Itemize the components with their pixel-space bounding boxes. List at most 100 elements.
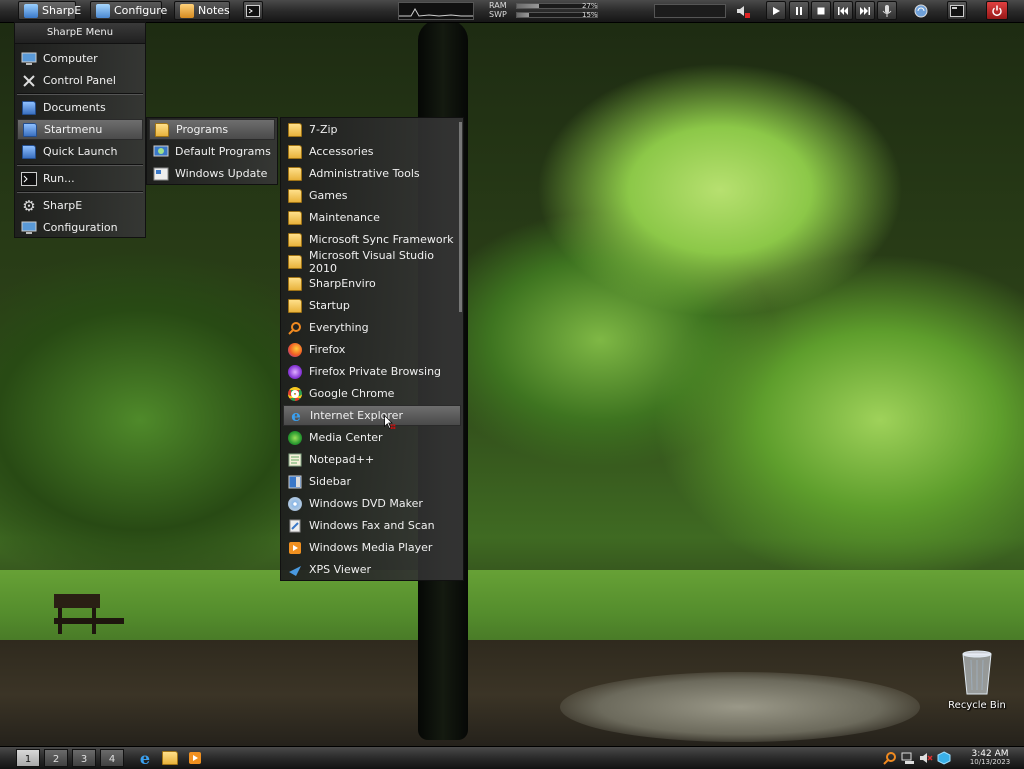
program-label: Windows Media Player bbox=[309, 541, 433, 554]
quicklaunch-explorer[interactable] bbox=[161, 750, 179, 766]
folder-icon bbox=[287, 232, 303, 248]
notepad-icon bbox=[287, 452, 303, 468]
configure-label: Configure bbox=[114, 4, 168, 17]
program-label: Maintenance bbox=[309, 211, 380, 224]
menu-item-default-programs[interactable]: Default Programs bbox=[149, 141, 275, 162]
menu-item-windows-update[interactable]: Windows Update bbox=[149, 163, 275, 184]
menu-item-sharpe[interactable]: ⚙ SharpE bbox=[17, 195, 143, 216]
menu-item-documents[interactable]: Documents bbox=[17, 97, 143, 118]
folder-icon bbox=[287, 298, 303, 314]
folder-icon bbox=[162, 751, 178, 765]
terminal-button[interactable] bbox=[243, 1, 263, 20]
menu-item-label: Quick Launch bbox=[43, 145, 118, 158]
stop-icon bbox=[817, 7, 825, 14]
program-item-everything[interactable]: Everything bbox=[283, 317, 461, 338]
program-item-fax-and-scan[interactable]: Windows Fax and Scan bbox=[283, 515, 461, 536]
folder-icon bbox=[21, 144, 37, 160]
program-label: Windows Fax and Scan bbox=[309, 519, 435, 532]
program-item-firefox-private[interactable]: Firefox Private Browsing bbox=[283, 361, 461, 382]
menu-item-control-panel[interactable]: Control Panel bbox=[17, 70, 143, 91]
program-item-media-player[interactable]: Windows Media Player bbox=[283, 537, 461, 558]
menu-separator bbox=[17, 191, 143, 193]
search-icon bbox=[883, 752, 896, 765]
program-item-notepad-plus-plus[interactable]: Notepad++ bbox=[283, 449, 461, 470]
workspace-4-button[interactable]: 4 bbox=[100, 749, 124, 767]
folder-icon bbox=[287, 276, 303, 292]
tray-volume[interactable] bbox=[918, 750, 934, 766]
program-item-sharpenviro[interactable]: SharpEnviro bbox=[283, 273, 461, 294]
media-player-icon bbox=[287, 540, 303, 556]
program-item-visual-studio-2010[interactable]: Microsoft Visual Studio 2010 bbox=[283, 249, 461, 275]
workspace-1-button[interactable]: 1 bbox=[16, 749, 40, 767]
program-item-xps-viewer[interactable]: XPS Viewer bbox=[283, 559, 461, 580]
pause-button[interactable] bbox=[789, 1, 809, 20]
internet-explorer-icon: e bbox=[291, 406, 301, 425]
pause-icon bbox=[796, 6, 802, 15]
fax-icon bbox=[287, 518, 303, 534]
folder-icon bbox=[21, 100, 37, 116]
quicklaunch-internet-explorer[interactable]: e bbox=[136, 748, 154, 768]
refresh-settings-button[interactable] bbox=[911, 1, 931, 20]
menu-item-programs[interactable]: Programs bbox=[149, 119, 275, 140]
firefox-private-icon bbox=[287, 364, 303, 380]
play-button[interactable] bbox=[766, 1, 786, 20]
power-button[interactable] bbox=[986, 1, 1008, 20]
tray-app[interactable] bbox=[936, 750, 952, 766]
workspace-3-button[interactable]: 3 bbox=[72, 749, 96, 767]
program-item-accessories[interactable]: Accessories bbox=[283, 141, 461, 162]
system-tray bbox=[882, 749, 956, 767]
workspace-2-button[interactable]: 2 bbox=[44, 749, 68, 767]
program-item-7zip[interactable]: 7-Zip bbox=[283, 119, 461, 140]
menu-item-label: Documents bbox=[43, 101, 106, 114]
program-label: Everything bbox=[309, 321, 369, 334]
program-item-firefox[interactable]: Firefox bbox=[283, 339, 461, 360]
screen-icon bbox=[950, 4, 964, 17]
program-item-microsoft-sync-framework[interactable]: Microsoft Sync Framework bbox=[283, 229, 461, 250]
workspace-label: 3 bbox=[80, 754, 88, 765]
program-item-maintenance[interactable]: Maintenance bbox=[283, 207, 461, 228]
sharpe-menu-button[interactable]: SharpE bbox=[18, 1, 81, 20]
menu-item-configuration[interactable]: Configuration bbox=[17, 217, 143, 238]
mute-button[interactable] bbox=[733, 1, 753, 20]
recycle-bin-icon bbox=[962, 650, 992, 695]
notes-button[interactable]: Notes bbox=[174, 1, 230, 20]
menu-item-startmenu[interactable]: Startmenu bbox=[17, 119, 143, 140]
menu-item-quick-launch[interactable]: Quick Launch bbox=[17, 141, 143, 162]
configure-button[interactable]: Configure bbox=[90, 1, 167, 20]
program-item-administrative-tools[interactable]: Administrative Tools bbox=[283, 163, 461, 184]
menu-separator bbox=[17, 164, 143, 166]
next-track-button[interactable] bbox=[855, 1, 875, 20]
menu-item-label: Run... bbox=[43, 172, 75, 185]
program-item-media-center[interactable]: Media Center bbox=[283, 427, 461, 448]
menu-header: SharpE Menu bbox=[15, 23, 145, 44]
eject-button[interactable] bbox=[877, 1, 897, 20]
tray-everything[interactable] bbox=[882, 750, 898, 766]
windows-update-icon bbox=[153, 166, 169, 182]
menu-separator bbox=[17, 93, 143, 95]
swp-meter-fill bbox=[517, 13, 529, 17]
internet-explorer-icon: e bbox=[139, 748, 151, 768]
program-item-dvd-maker[interactable]: Windows DVD Maker bbox=[283, 493, 461, 514]
sharpe-label: SharpE bbox=[42, 4, 82, 17]
next-icon bbox=[860, 6, 870, 15]
recycle-bin[interactable]: Recycle Bin bbox=[940, 648, 1014, 714]
menu-item-label: Programs bbox=[176, 123, 229, 136]
menu-item-label: Configuration bbox=[43, 221, 118, 234]
program-item-games[interactable]: Games bbox=[283, 185, 461, 206]
program-item-google-chrome[interactable]: Google Chrome bbox=[283, 383, 461, 404]
program-item-startup[interactable]: Startup bbox=[283, 295, 461, 316]
wallpaper-bench bbox=[54, 594, 124, 634]
program-item-internet-explorer[interactable]: e Internet Explorer bbox=[283, 405, 461, 426]
quicklaunch-media-player[interactable] bbox=[186, 750, 204, 766]
menu-item-run[interactable]: Run... bbox=[17, 168, 143, 189]
program-label: Microsoft Sync Framework bbox=[309, 233, 454, 246]
previous-track-button[interactable] bbox=[833, 1, 853, 20]
program-label: 7-Zip bbox=[309, 123, 338, 136]
tray-network[interactable] bbox=[900, 750, 916, 766]
ram-label: RAM bbox=[489, 1, 507, 10]
stop-button[interactable] bbox=[811, 1, 831, 20]
menu-item-computer[interactable]: Computer bbox=[17, 48, 143, 69]
desktop-switch-button[interactable] bbox=[947, 1, 967, 20]
folder-icon bbox=[22, 122, 38, 138]
program-item-sidebar[interactable]: Sidebar bbox=[283, 471, 461, 492]
